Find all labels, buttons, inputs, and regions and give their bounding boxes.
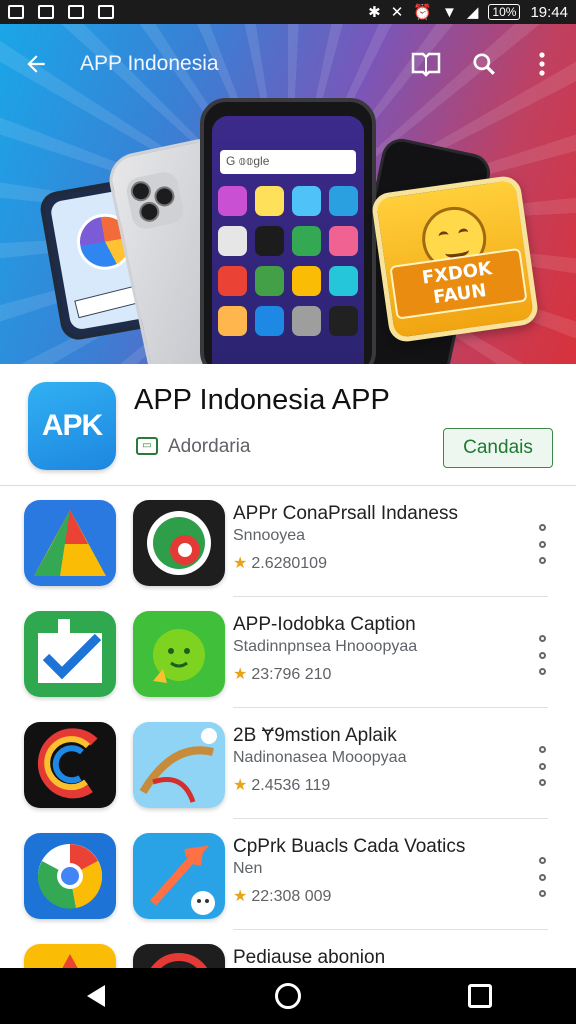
nav-recents-button[interactable]	[456, 976, 504, 1016]
nav-home-button[interactable]	[264, 976, 312, 1016]
app-thumb-icon	[133, 611, 225, 697]
app-thumb-icon	[133, 500, 225, 586]
back-button[interactable]	[18, 46, 54, 82]
notification-icon	[8, 5, 24, 19]
app-thumb-icon	[24, 722, 116, 808]
phone-app-grid	[218, 186, 358, 336]
list-item-subtitle: Nadinonasea Mooopyaa	[233, 749, 407, 766]
notification-icon	[38, 5, 54, 19]
app-icon[interactable]: APK	[28, 382, 116, 470]
recents-square-icon	[468, 984, 492, 1008]
star-icon: ★	[233, 888, 248, 905]
app-thumb-icon	[133, 722, 225, 808]
item-menu-button[interactable]	[530, 635, 554, 675]
star-icon: ★	[233, 666, 248, 683]
more-vert-icon	[539, 52, 545, 76]
app-title: APP Indonesia APP	[134, 384, 390, 416]
status-bar: ✱ ✕ ⏰ ▼ ◢ 10% 19:44	[0, 0, 576, 24]
list-item-title: APP-Iodobka Caption	[233, 614, 416, 635]
list-item-rating: ★ 22:308 009	[233, 888, 332, 905]
list-item-title: CpPrk Buacls Cada Voatics	[233, 836, 466, 857]
toolbar-title: APP Indonesia	[80, 52, 219, 75]
list-item[interactable]: 2B Ɏ9mstion Aplaik Nadinonasea Mooopyaa …	[0, 708, 576, 819]
star-icon: ★	[233, 555, 248, 572]
app-thumb-icon	[24, 500, 116, 586]
phone-search-bar: G 𝕠𝕠gle	[220, 150, 356, 174]
battery-indicator: 10%	[488, 4, 521, 20]
list-item[interactable]: APP-Iodobka Caption Stadinnpnsea Hnooopy…	[0, 597, 576, 708]
search-button[interactable]	[468, 48, 500, 80]
phone-illustration-main: G 𝕠𝕠gle	[200, 98, 376, 364]
developer-name[interactable]: Adordaria	[168, 436, 250, 458]
app-list: APPr ConaPrsall Indaness Snnooyea ★ 2.628…	[0, 486, 576, 1024]
clock: 19:44	[530, 3, 568, 21]
app-header: APK APP Indonesia APP ▭ Adordaria Candai…	[0, 364, 576, 486]
camera-module	[124, 169, 186, 232]
list-item-rating: ★ 2.6280109	[233, 555, 327, 572]
overflow-menu-button[interactable]	[526, 48, 558, 80]
list-item[interactable]: CpPrk Buacls Cada Voatics Nen ★ 22:308 00…	[0, 819, 576, 930]
notification-icons	[8, 5, 114, 19]
list-item-subtitle: Nen	[233, 860, 263, 877]
home-circle-icon	[275, 983, 301, 1009]
list-item[interactable]: APPr ConaPrsall Indaness Snnooyea ★ 2.628…	[0, 486, 576, 597]
system-nav-bar	[0, 968, 576, 1024]
sticker-label: FXDOK FAUN	[389, 247, 528, 320]
app-thumb-icon	[24, 611, 116, 697]
screen: ✱ ✕ ⏰ ▼ ◢ 10% 19:44 APP Indonesia G 𝕠𝕠gl…	[0, 0, 576, 1024]
search-icon	[473, 53, 495, 75]
wishlist-button[interactable]	[410, 48, 442, 80]
back-triangle-icon	[87, 985, 105, 1007]
list-item-rating: ★ 2.4536 119	[233, 777, 331, 794]
nav-back-button[interactable]	[72, 976, 120, 1016]
item-menu-button[interactable]	[530, 524, 554, 564]
list-item-subtitle: Snnooyea	[233, 527, 306, 544]
toolbar: APP Indonesia	[0, 24, 576, 104]
list-item-title: APPr ConaPrsall Indaness	[233, 503, 458, 524]
mute-icon: ✕	[390, 4, 404, 21]
developer-icon: ▭	[136, 437, 158, 455]
toolbar-actions	[410, 48, 558, 80]
star-icon: ★	[233, 777, 248, 794]
system-icons: ✱ ✕ ⏰ ▼ ◢ 10% 19:44	[368, 3, 568, 22]
notification-icon	[68, 5, 84, 19]
notification-icon	[98, 5, 114, 19]
app-thumb-icon	[24, 833, 116, 919]
app-thumb-icon	[133, 833, 225, 919]
alarm-icon: ⏰	[413, 4, 433, 21]
list-item-subtitle: Stadinnpnsea Hnooopyaa	[233, 638, 418, 655]
install-button[interactable]: Candais	[443, 428, 553, 468]
list-item-title: Pediause abonion	[233, 947, 386, 968]
arrow-back-icon	[27, 55, 45, 73]
sticker-badge: FXDOK FAUN	[370, 174, 540, 344]
signal-icon: ◢	[466, 4, 479, 21]
hero-banner: APP Indonesia G 𝕠𝕠gle FXDOK FAUN	[0, 24, 576, 364]
item-menu-button[interactable]	[530, 746, 554, 786]
item-menu-button[interactable]	[530, 857, 554, 897]
wifi-icon: ▼	[442, 3, 457, 21]
book-icon	[411, 52, 441, 77]
list-item-rating: ★ 23:796 210	[233, 666, 332, 683]
bluetooth-icon: ✱	[368, 4, 381, 21]
list-item-title: 2B Ɏ9mstion Aplaik	[233, 725, 397, 746]
